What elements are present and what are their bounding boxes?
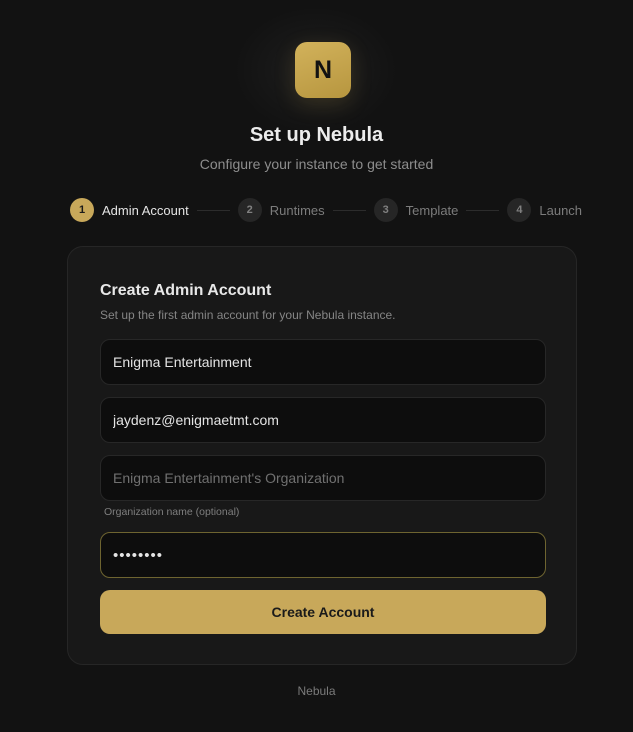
create-account-button[interactable]: Create Account [100, 590, 546, 634]
step-connector [466, 209, 500, 211]
step-admin-account: 1 Admin Account [70, 198, 189, 222]
step-launch: 4 Launch [507, 198, 582, 222]
step-label: Admin Account [102, 202, 189, 218]
name-field[interactable] [100, 339, 546, 385]
step-label: Launch [539, 202, 583, 218]
step-number: 2 [237, 198, 262, 222]
step-number: 4 [507, 198, 532, 222]
step-number: 1 [70, 198, 94, 222]
step-label: Template [405, 202, 459, 218]
page-subtitle: Configure your instance to get started [199, 156, 434, 172]
admin-account-card: Create Admin Account Set up the first ad… [67, 246, 577, 665]
step-connector [196, 209, 230, 211]
step-connector [332, 209, 366, 211]
nebula-logo: N [295, 42, 351, 98]
organization-hint: Organization name (optional) [104, 506, 240, 518]
step-label: Runtimes [269, 202, 325, 218]
step-runtimes: 2 Runtimes [237, 198, 325, 222]
password-field[interactable] [100, 532, 546, 578]
page-title: Set up Nebula [249, 124, 384, 146]
setup-stepper: 1 Admin Account 2 Runtimes 3 Template 4 … [70, 198, 582, 222]
email-field[interactable] [100, 397, 546, 443]
step-number: 3 [373, 198, 398, 222]
footer-brand: Nebula [297, 684, 336, 698]
card-title: Create Admin Account [100, 282, 272, 299]
step-template: 3 Template [373, 198, 459, 222]
organization-field[interactable] [100, 455, 546, 501]
card-description: Set up the first admin account for your … [100, 308, 396, 322]
